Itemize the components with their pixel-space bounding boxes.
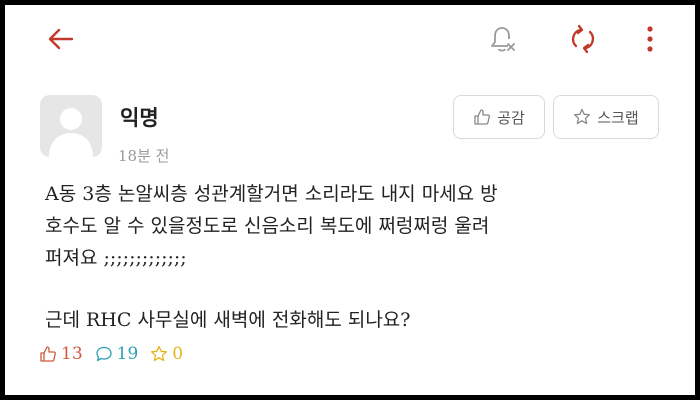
scrap-count-stat: 0 [150, 344, 183, 364]
avatar [40, 95, 102, 157]
post-body-line: 퍼져요 ;;;;;;;;;;;;; [45, 247, 187, 269]
notification-off-icon [491, 27, 515, 52]
scrap-count: 0 [172, 344, 184, 364]
comment-count-stat: 19 [95, 344, 139, 364]
star-icon [151, 345, 168, 362]
post-stats: 13 19 0 [39, 344, 183, 364]
app-frame: 익명 18분 전 공감 스크랩 A동 3층 논알씨층 성관계할거면 소리라도 내… [5, 5, 695, 395]
default-profile-icon [40, 95, 102, 157]
author-name: 익명 [120, 106, 159, 130]
thumbs-up-icon [40, 346, 56, 362]
back-arrow-icon [48, 28, 74, 50]
refresh-button[interactable] [563, 19, 603, 59]
comment-icon [95, 346, 112, 362]
top-bar [5, 5, 695, 69]
scrap-button[interactable]: 스크랩 [553, 95, 659, 139]
post-body-line: 근데 RHC 사무실에 새벽에 전화해도 되나요? [45, 309, 411, 331]
refresh-icon [571, 24, 595, 54]
more-vertical-icon [647, 26, 653, 52]
post-body-line: 호수도 알 수 있을정도로 신음소리 복도에 쩌렁쩌렁 울려 [45, 215, 490, 237]
star-icon [574, 108, 591, 125]
like-count-stat: 13 [39, 344, 83, 364]
scrap-button-label: 스크랩 [597, 108, 639, 127]
more-options-button[interactable] [635, 19, 665, 59]
post-time: 18분 전 [118, 147, 170, 165]
post-body: A동 3층 논알씨층 성관계할거면 소리라도 내지 마세요 방 호수도 알 수 … [45, 178, 655, 336]
like-button[interactable]: 공감 [453, 95, 545, 139]
like-count: 13 [61, 344, 83, 364]
thumbs-up-icon [474, 109, 491, 125]
like-button-label: 공감 [497, 108, 525, 127]
notification-toggle-button[interactable] [483, 19, 523, 59]
post-body-line: A동 3층 논알씨층 성관계할거면 소리라도 내지 마세요 방 [45, 183, 498, 205]
comment-count: 19 [116, 344, 139, 364]
back-button[interactable] [41, 19, 81, 59]
